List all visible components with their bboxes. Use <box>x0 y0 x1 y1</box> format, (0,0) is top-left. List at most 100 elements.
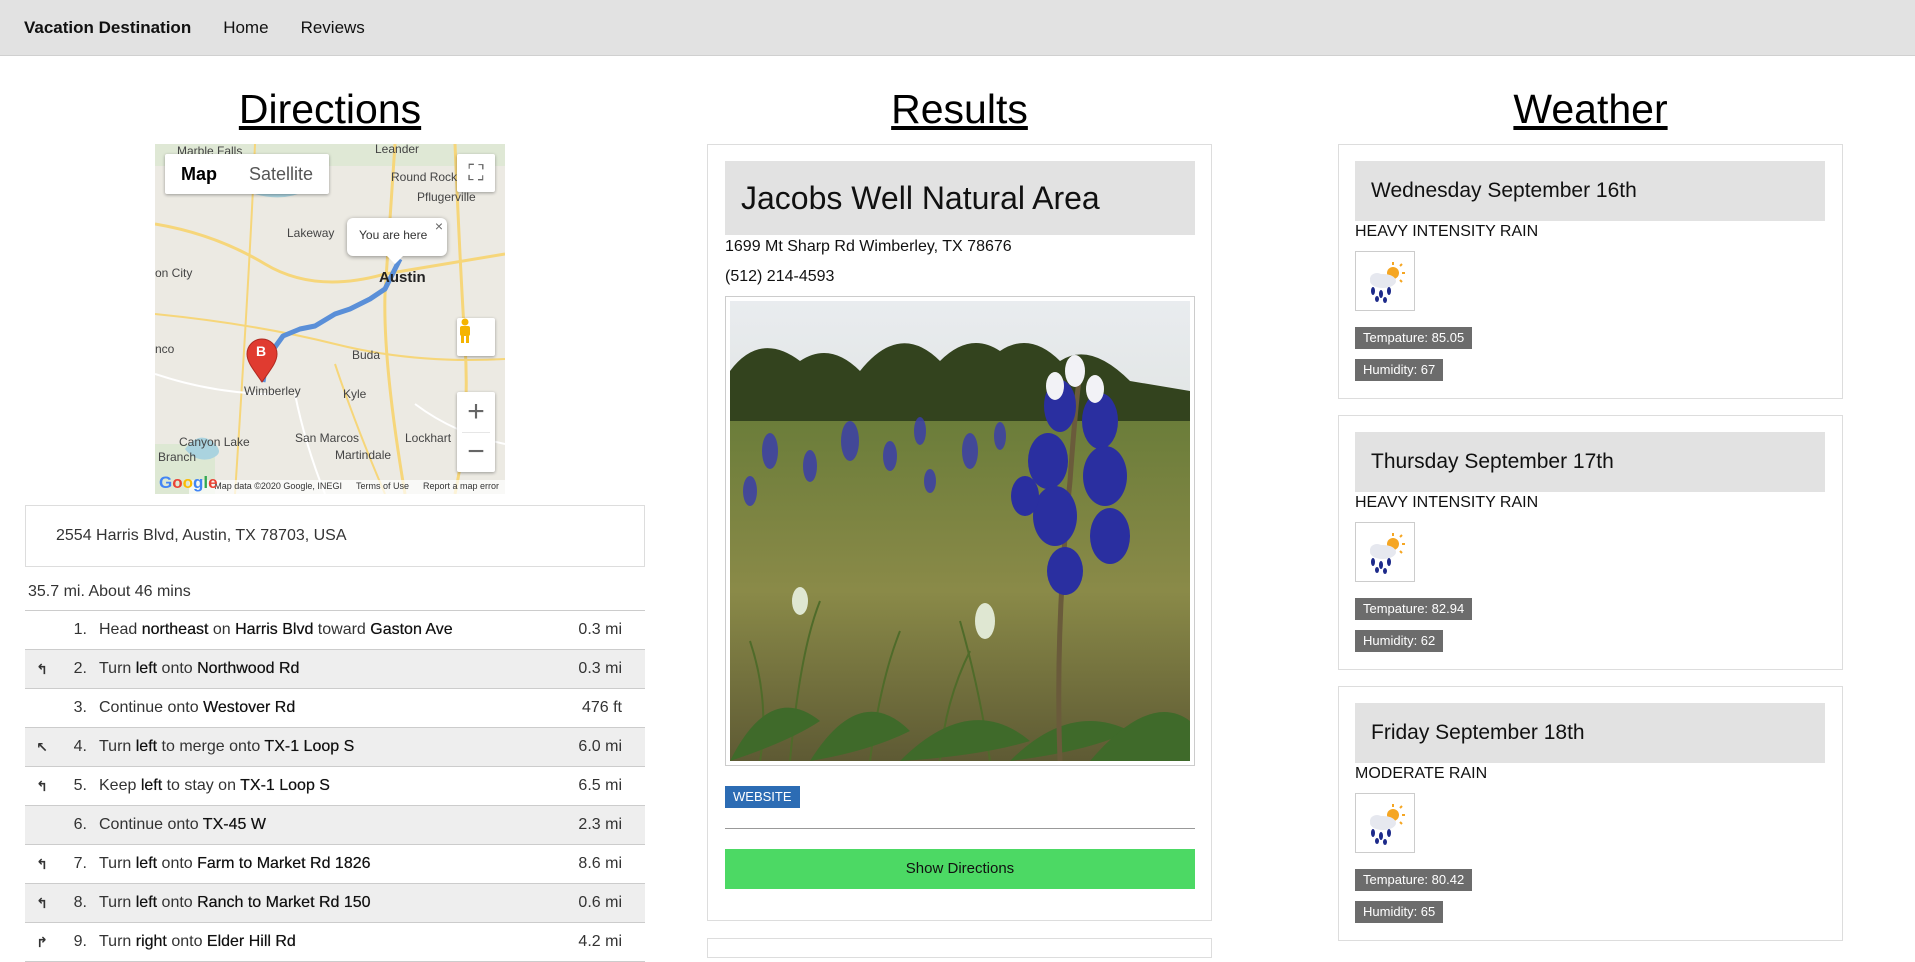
weather-condition: HEAVY INTENSITY RAIN <box>1355 494 1539 511</box>
bluebonnet-photo <box>730 301 1190 762</box>
turn-left-icon: ↰ <box>36 855 48 872</box>
direction-step[interactable]: 3. Continue onto Westover Rd 476 ft <box>25 689 645 728</box>
step-distance: 4.2 mi <box>578 933 622 950</box>
temperature-badge: Tempature: 80.42 <box>1355 869 1473 891</box>
map-type-control: Map Satellite <box>165 154 330 194</box>
step-distance: 6.0 mi <box>578 738 622 755</box>
map-label: Wimberley <box>244 384 301 398</box>
result-address: 1699 Mt Sharp Rd Wimberley, TX 78676 <box>725 238 1012 255</box>
map-label: Lakeway <box>287 226 335 240</box>
map-label: San Marcos <box>295 431 360 445</box>
temperature-badge: Tempature: 85.05 <box>1355 327 1473 349</box>
merge-left-icon: ↖ <box>36 738 48 755</box>
step-instruction: Continue onto Westover Rd <box>99 699 296 716</box>
turn-right-icon: ↱ <box>36 933 48 950</box>
divider <box>725 828 1195 829</box>
map[interactable]: B Marble Falls Leander Round Rock Pfluge… <box>155 144 505 494</box>
step-number: 4. <box>73 738 87 755</box>
direction-step[interactable]: 1. Head northeast on Harris Blvd toward G… <box>25 611 645 650</box>
directions-steps: 1. Head northeast on Harris Blvd toward G… <box>25 610 645 962</box>
step-instruction: Keep left to stay on TX-1 Loop S <box>99 777 330 794</box>
direction-step[interactable]: 6. Continue onto TX-45 W 2.3 mi <box>25 806 645 845</box>
street-view-pegman-icon[interactable] <box>457 318 495 356</box>
step-distance: 0.3 mi <box>578 660 622 677</box>
navbar: Vacation Destination Home Reviews <box>0 0 1915 56</box>
weather-day: Wednesday September 16th <box>1355 161 1825 221</box>
map-attribution: Map data ©2020 Google, INEGI <box>214 481 342 491</box>
weather-title: Weather <box>1513 86 1668 132</box>
result-phone: (512) 214-4593 <box>725 268 835 285</box>
rain-weather-icon <box>1355 251 1415 311</box>
map-label: on City <box>155 266 193 280</box>
origin-address: 2554 Harris Blvd, Austin, TX 78703, USA <box>25 505 645 567</box>
step-instruction: Head northeast on Harris Blvd toward Gas… <box>99 621 453 638</box>
humidity-badge: Humidity: 65 <box>1355 901 1444 923</box>
map-label: Kyle <box>343 387 367 401</box>
map-type-satellite-button[interactable]: Satellite <box>233 154 329 194</box>
fullscreen-icon[interactable]: ⛶ <box>457 154 495 192</box>
step-number: 5. <box>73 777 87 794</box>
weather-condition: MODERATE RAIN <box>1355 765 1488 782</box>
direction-step[interactable]: ↰ 7. Turn left onto Farm to Market Rd 1826… <box>25 845 645 884</box>
map-label: Leander <box>375 144 420 156</box>
humidity-badge: Humidity: 67 <box>1355 359 1444 381</box>
step-distance: 0.3 mi <box>578 621 622 638</box>
result-name: Jacobs Well Natural Area <box>725 161 1195 235</box>
website-button[interactable]: WEBSITE <box>725 786 800 808</box>
map-label: Lockhart <box>405 431 452 445</box>
step-distance: 2.3 mi <box>578 816 622 833</box>
zoom-out-button[interactable]: − <box>467 433 485 472</box>
zoom-control: + − <box>457 392 495 472</box>
nav-home-link[interactable]: Home <box>223 18 268 38</box>
map-report-link[interactable]: Report a map error <box>423 481 499 491</box>
step-instruction: Turn left onto Farm to Market Rd 1826 <box>99 855 371 872</box>
step-distance: 476 ft <box>581 699 622 716</box>
map-infowindow: You are here × <box>347 218 447 264</box>
google-logo: Google <box>159 473 218 492</box>
directions-title: Directions <box>238 86 422 132</box>
direction-step[interactable]: ↰ 5. Keep left to stay on TX-1 Loop S 6.5 m… <box>25 767 645 806</box>
step-number: 6. <box>73 816 87 833</box>
map-marker-b[interactable]: B <box>256 343 266 359</box>
results-title: Results <box>891 86 1028 132</box>
step-number: 9. <box>73 933 87 950</box>
step-number: 7. <box>73 855 87 872</box>
brand-link[interactable]: Vacation Destination <box>24 18 191 38</box>
map-terms-link[interactable]: Terms of Use <box>356 481 409 491</box>
infowindow-text: You are here <box>359 228 428 242</box>
keep-left-icon: ↰ <box>36 777 48 794</box>
map-type-map-button[interactable]: Map <box>165 154 233 194</box>
step-distance: 0.6 mi <box>578 894 622 911</box>
step-number: 2. <box>73 660 87 677</box>
direction-step[interactable]: ↱ 9. Turn right onto Elder Hill Rd 4.2 mi <box>25 923 645 962</box>
step-distance: 8.6 mi <box>578 855 622 872</box>
step-instruction: Turn left onto Ranch to Market Rd 150 <box>99 894 371 911</box>
map-label: Branch <box>158 450 197 464</box>
nav-reviews-link[interactable]: Reviews <box>301 18 365 38</box>
direction-step[interactable]: ↰ 8. Turn left onto Ranch to Market Rd 150… <box>25 884 645 923</box>
step-instruction: Turn right onto Elder Hill Rd <box>99 933 296 950</box>
turn-left-icon: ↰ <box>36 660 48 677</box>
close-icon[interactable]: × <box>435 218 443 234</box>
result-card-next <box>707 938 1212 958</box>
map-label: nco <box>155 342 175 356</box>
step-number: 1. <box>73 621 87 638</box>
step-instruction: Continue onto TX-45 W <box>99 816 266 833</box>
rain-weather-icon <box>1355 522 1415 582</box>
step-number: 3. <box>73 699 87 716</box>
show-directions-button[interactable]: Show Directions <box>725 849 1195 889</box>
weather-day: Thursday September 17th <box>1355 432 1825 492</box>
map-label: Buda <box>352 348 381 362</box>
humidity-badge: Humidity: 62 <box>1355 630 1444 652</box>
temperature-badge: Tempature: 82.94 <box>1355 598 1473 620</box>
zoom-in-button[interactable]: + <box>467 392 485 432</box>
direction-step[interactable]: ↖ 4. Turn left to merge onto TX-1 Loop S 6.… <box>25 728 645 767</box>
weather-condition: HEAVY INTENSITY RAIN <box>1355 223 1539 240</box>
route-summary: 35.7 mi. About 46 mins <box>28 583 191 600</box>
map-label: Pflugerville <box>417 190 476 204</box>
step-instruction: Turn left to merge onto TX-1 Loop S <box>99 738 355 755</box>
weather-day: Friday September 18th <box>1355 703 1825 763</box>
map-label: Round Rock <box>391 170 458 184</box>
step-distance: 6.5 mi <box>578 777 622 794</box>
direction-step[interactable]: ↰ 2. Turn left onto Northwood Rd 0.3 mi <box>25 650 645 689</box>
